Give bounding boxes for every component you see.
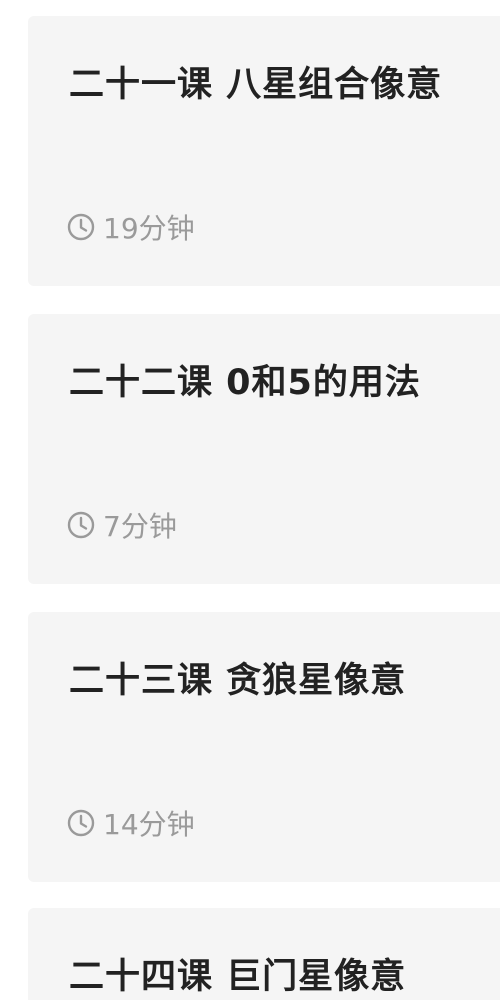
clock-icon xyxy=(67,511,95,539)
lesson-card[interactable]: 二十三课 贪狼星像意 14分钟 xyxy=(28,612,500,882)
clock-icon xyxy=(67,809,95,837)
lesson-duration: 19分钟 xyxy=(67,212,195,245)
duration-text: 14分钟 xyxy=(103,808,195,841)
lesson-title: 二十二课 0和5的用法 xyxy=(69,363,421,403)
lesson-list: 二十一课 八星组合像意 19分钟 二十二课 0和5的用法 7分钟 二十三课 贪狼… xyxy=(0,0,500,1000)
lesson-card[interactable]: 二十四课 巨门星像意 xyxy=(28,908,500,1000)
lesson-title: 二十四课 巨门星像意 xyxy=(69,957,407,997)
lesson-card[interactable]: 二十一课 八星组合像意 19分钟 xyxy=(28,16,500,286)
duration-text: 7分钟 xyxy=(103,510,177,543)
lesson-card[interactable]: 二十二课 0和5的用法 7分钟 xyxy=(28,314,500,584)
clock-icon xyxy=(67,213,95,241)
lesson-duration: 7分钟 xyxy=(67,510,177,543)
lesson-title: 二十三课 贪狼星像意 xyxy=(69,661,407,701)
lesson-duration: 14分钟 xyxy=(67,808,195,841)
duration-text: 19分钟 xyxy=(103,212,195,245)
lesson-title: 二十一课 八星组合像意 xyxy=(69,65,443,105)
